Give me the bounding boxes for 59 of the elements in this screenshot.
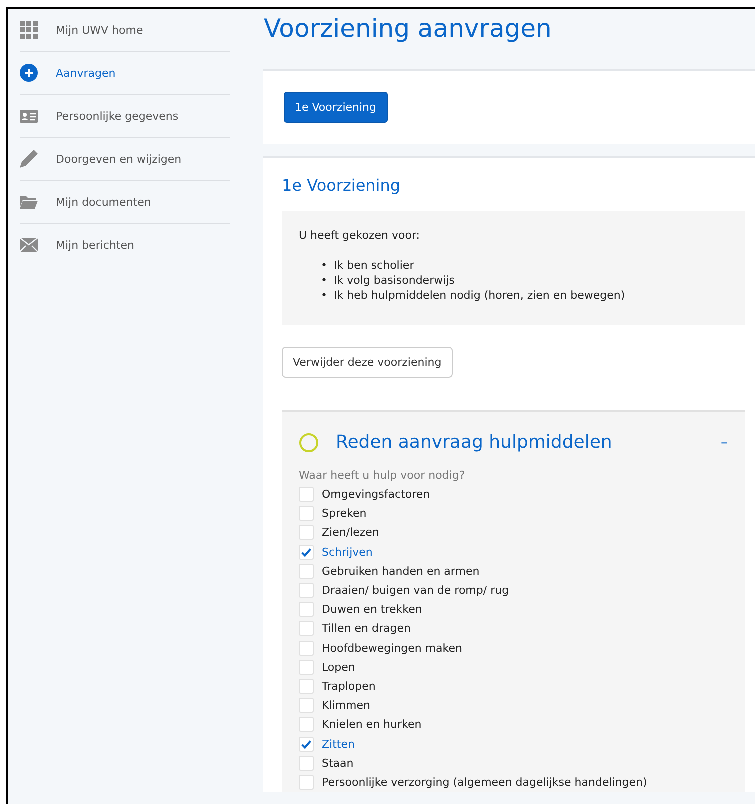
sidebar-item[interactable]: Mijn UWV home bbox=[20, 9, 230, 51]
sidebar-item[interactable]: Mijn berichten bbox=[20, 224, 230, 266]
grid-icon bbox=[20, 21, 38, 39]
checkbox[interactable] bbox=[299, 717, 314, 732]
envelope-icon bbox=[20, 238, 38, 252]
option-label: Knielen en hurken bbox=[322, 718, 422, 732]
checkbox[interactable] bbox=[299, 774, 314, 790]
checkbox[interactable] bbox=[299, 583, 314, 598]
checkbox[interactable] bbox=[299, 640, 314, 656]
checkbox[interactable] bbox=[299, 698, 314, 714]
checkbox[interactable] bbox=[299, 678, 314, 694]
summary-intro: U heeft gekozen voor: bbox=[299, 229, 422, 242]
page-title: Voorziening aanvragen bbox=[264, 14, 553, 45]
option-label: Klimmen bbox=[322, 699, 370, 712]
status-circle-icon bbox=[299, 432, 319, 452]
bullet: • bbox=[321, 288, 328, 303]
summary-item: Ik heb hulpmiddelen nodig (horen, zien en bewegen) bbox=[334, 288, 626, 303]
option-label: Gebruiken handen en armen bbox=[322, 564, 480, 578]
option-label: Hoofdbewegingen maken bbox=[322, 642, 463, 655]
checkbox[interactable] bbox=[299, 602, 314, 618]
checkbox[interactable] bbox=[299, 756, 314, 771]
question-label: Waar heeft u hulp voor nodig? bbox=[299, 469, 466, 482]
option-label: Omgevingsfactoren bbox=[322, 488, 430, 502]
option-label: Lopen bbox=[322, 660, 356, 674]
option-label: Tillen en dragen bbox=[322, 622, 411, 636]
checkbox[interactable] bbox=[299, 544, 314, 560]
provision-title: 1e Voorziening bbox=[282, 176, 402, 195]
id-card-icon bbox=[20, 110, 38, 122]
collapse-button[interactable]: – bbox=[719, 434, 730, 450]
summary-item: Ik ben scholier bbox=[334, 258, 414, 273]
sidebar-item[interactable]: Doorgeven en wijzigen bbox=[20, 138, 230, 180]
option-label: Schrijven bbox=[322, 546, 373, 559]
option-label: Persoonlijke verzorging (algemeen dagelijkse handelingen) bbox=[322, 776, 648, 789]
checkbox[interactable] bbox=[299, 564, 314, 579]
bullet: • bbox=[321, 258, 328, 273]
option-label: Traplopen bbox=[322, 680, 376, 693]
section-title: Reden aanvraag hulpmiddelen bbox=[336, 432, 614, 453]
option-label: Duwen en trekken bbox=[322, 603, 422, 616]
checkbox[interactable] bbox=[299, 736, 314, 752]
option-label: Zitten bbox=[322, 738, 355, 751]
option-label: Draaien/ buigen van de romp/ rug bbox=[322, 584, 510, 598]
checkbox[interactable] bbox=[299, 506, 314, 522]
option-label: Staan bbox=[322, 756, 354, 770]
checkbox[interactable] bbox=[299, 660, 314, 675]
provision-tab[interactable]: 1e Voorziening bbox=[284, 92, 388, 123]
checkbox[interactable] bbox=[299, 621, 314, 636]
plus-icon bbox=[20, 64, 38, 82]
option-label: Spreken bbox=[322, 507, 367, 520]
sidebar-item[interactable]: Mijn documenten bbox=[20, 181, 230, 223]
sidebar-item[interactable]: Aanvragen bbox=[20, 52, 230, 94]
bullet: • bbox=[321, 273, 328, 288]
folder-icon bbox=[20, 195, 38, 209]
summary-item: Ik volg basisonderwijs bbox=[334, 273, 455, 288]
remove-provision-button[interactable]: Verwijder deze voorziening bbox=[282, 347, 453, 378]
sidebar-item[interactable]: Persoonlijke gegevens bbox=[20, 95, 230, 137]
checkbox[interactable] bbox=[299, 487, 314, 502]
pencil-icon bbox=[20, 150, 38, 168]
checkbox[interactable] bbox=[299, 525, 314, 540]
option-label: Zien/lezen bbox=[322, 526, 380, 540]
